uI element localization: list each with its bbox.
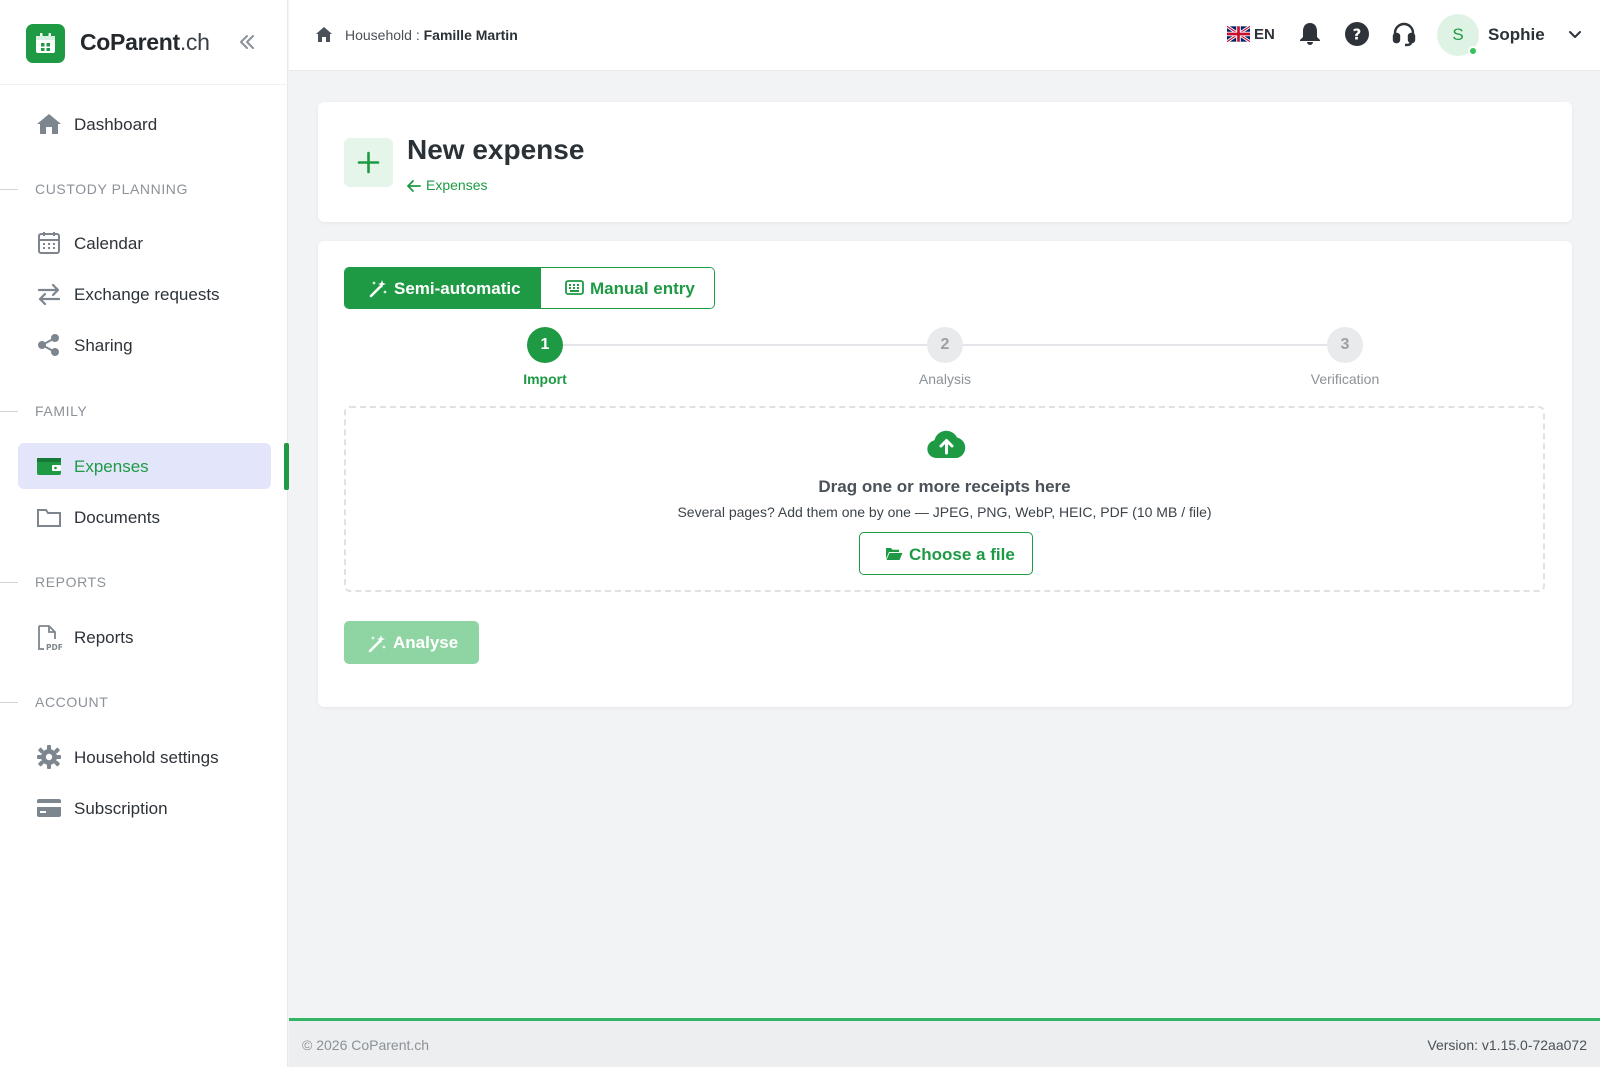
section-family: FAMILY bbox=[0, 403, 288, 421]
folder-icon bbox=[36, 505, 62, 529]
support-headset-icon[interactable] bbox=[1391, 21, 1417, 47]
step-3-label: Verification bbox=[1310, 371, 1380, 387]
dropzone-title: Drag one or more receipts here bbox=[818, 477, 1071, 496]
footer: © 2026 CoParent.ch Version: v1.15.0-72aa… bbox=[289, 1018, 1600, 1067]
calendar-icon bbox=[36, 231, 62, 255]
language-code: EN bbox=[1254, 26, 1275, 43]
choose-file-button[interactable]: Choose a file bbox=[859, 532, 1033, 575]
step-connector bbox=[963, 344, 1327, 346]
copyright: © 2026 CoParent.ch bbox=[302, 1037, 430, 1053]
gear-icon bbox=[36, 745, 62, 769]
sidebar-item-label: Dashboard bbox=[74, 115, 158, 134]
sidebar-item-sharing[interactable]: Sharing bbox=[18, 322, 271, 368]
svg-text:?: ? bbox=[1353, 26, 1362, 44]
page-header-card: New expense Expenses bbox=[318, 102, 1572, 222]
sidebar-item-household-settings[interactable]: Household settings bbox=[18, 734, 271, 780]
collapse-sidebar-icon[interactable] bbox=[236, 31, 258, 53]
plus-icon bbox=[344, 138, 393, 187]
wallet-icon bbox=[36, 454, 62, 478]
bell-icon[interactable] bbox=[1297, 21, 1323, 47]
magic-wand-icon bbox=[369, 280, 387, 298]
step-2-circle: 2 bbox=[927, 327, 963, 363]
topbar: Household : Famille Martin EN ? S Sophie bbox=[289, 0, 1600, 71]
folder-open-icon bbox=[886, 548, 903, 560]
step-connector bbox=[563, 344, 927, 346]
cloud-upload-icon bbox=[926, 428, 967, 465]
share-icon bbox=[36, 333, 62, 357]
sidebar-item-label: Exchange requests bbox=[74, 285, 220, 304]
sidebar-item-calendar[interactable]: Calendar bbox=[18, 220, 271, 266]
sidebar: CoParent.ch Dashboard CUSTODY PLANNING C… bbox=[0, 0, 289, 1067]
expense-import-card: Semi-automatic Manual entry 1 Import 2 A… bbox=[318, 241, 1572, 707]
household-name: Famille Martin bbox=[423, 27, 518, 43]
sidebar-item-label: Household settings bbox=[74, 748, 219, 767]
active-indicator bbox=[284, 443, 289, 490]
sidebar-item-label: Reports bbox=[74, 628, 134, 647]
sidebar-item-expenses[interactable]: Expenses bbox=[18, 443, 271, 489]
home-icon[interactable] bbox=[315, 26, 333, 49]
section-account: ACCOUNT bbox=[0, 694, 288, 712]
sidebar-item-exchange-requests[interactable]: Exchange requests bbox=[18, 271, 271, 317]
chevron-down-icon[interactable] bbox=[1568, 28, 1582, 47]
magic-wand-icon bbox=[368, 635, 386, 653]
sidebar-item-label: Documents bbox=[74, 508, 160, 527]
receipt-dropzone[interactable]: Drag one or more receipts here Several p… bbox=[344, 406, 1545, 592]
sidebar-item-label: Calendar bbox=[74, 234, 143, 253]
arrow-left-icon bbox=[407, 180, 421, 192]
home-icon bbox=[36, 112, 62, 136]
manual-entry-button[interactable]: Manual entry bbox=[540, 268, 714, 308]
keyboard-icon bbox=[565, 280, 584, 295]
help-icon[interactable]: ? bbox=[1344, 21, 1370, 47]
sidebar-item-label: Sharing bbox=[74, 336, 133, 355]
back-to-expenses-link[interactable]: Expenses bbox=[407, 177, 487, 193]
swap-icon bbox=[36, 282, 62, 306]
section-custody-planning: CUSTODY PLANNING bbox=[0, 181, 288, 199]
brand-name[interactable]: CoParent.ch bbox=[80, 29, 210, 56]
step-1-circle: 1 bbox=[527, 327, 563, 363]
sidebar-item-reports[interactable]: PDF Reports bbox=[18, 614, 271, 660]
brand-header: CoParent.ch bbox=[0, 0, 288, 85]
sidebar-item-documents[interactable]: Documents bbox=[18, 494, 271, 540]
breadcrumb: Household : Famille Martin bbox=[345, 27, 518, 43]
section-reports: REPORTS bbox=[0, 574, 288, 592]
online-status-dot bbox=[1468, 46, 1478, 56]
step-3-circle: 3 bbox=[1327, 327, 1363, 363]
sidebar-item-label: Expenses bbox=[74, 457, 149, 476]
svg-text:PDF: PDF bbox=[46, 643, 62, 651]
user-name[interactable]: Sophie bbox=[1488, 25, 1545, 45]
entry-mode-toggle: Semi-automatic Manual entry bbox=[344, 267, 715, 309]
language-selector[interactable]: EN bbox=[1226, 25, 1275, 46]
semi-automatic-button[interactable]: Semi-automatic bbox=[345, 268, 540, 308]
sidebar-item-dashboard[interactable]: Dashboard bbox=[18, 101, 271, 147]
sidebar-item-subscription[interactable]: Subscription bbox=[18, 785, 271, 831]
credit-card-icon bbox=[36, 796, 62, 820]
sidebar-item-label: Subscription bbox=[74, 799, 168, 818]
logo-icon[interactable] bbox=[26, 24, 65, 63]
page-title: New expense bbox=[407, 134, 585, 165]
step-2-label: Analysis bbox=[918, 371, 972, 387]
step-1-label: Import bbox=[523, 371, 567, 387]
pdf-icon: PDF bbox=[36, 625, 63, 652]
dropzone-hint: Several pages? Add them one by one — JPE… bbox=[677, 504, 1212, 520]
version-label: Version: v1.15.0-72aa072 bbox=[1427, 1037, 1587, 1053]
analyse-button[interactable]: Analyse bbox=[344, 621, 479, 664]
uk-flag-icon bbox=[1226, 25, 1251, 46]
avatar[interactable]: S bbox=[1437, 14, 1479, 56]
